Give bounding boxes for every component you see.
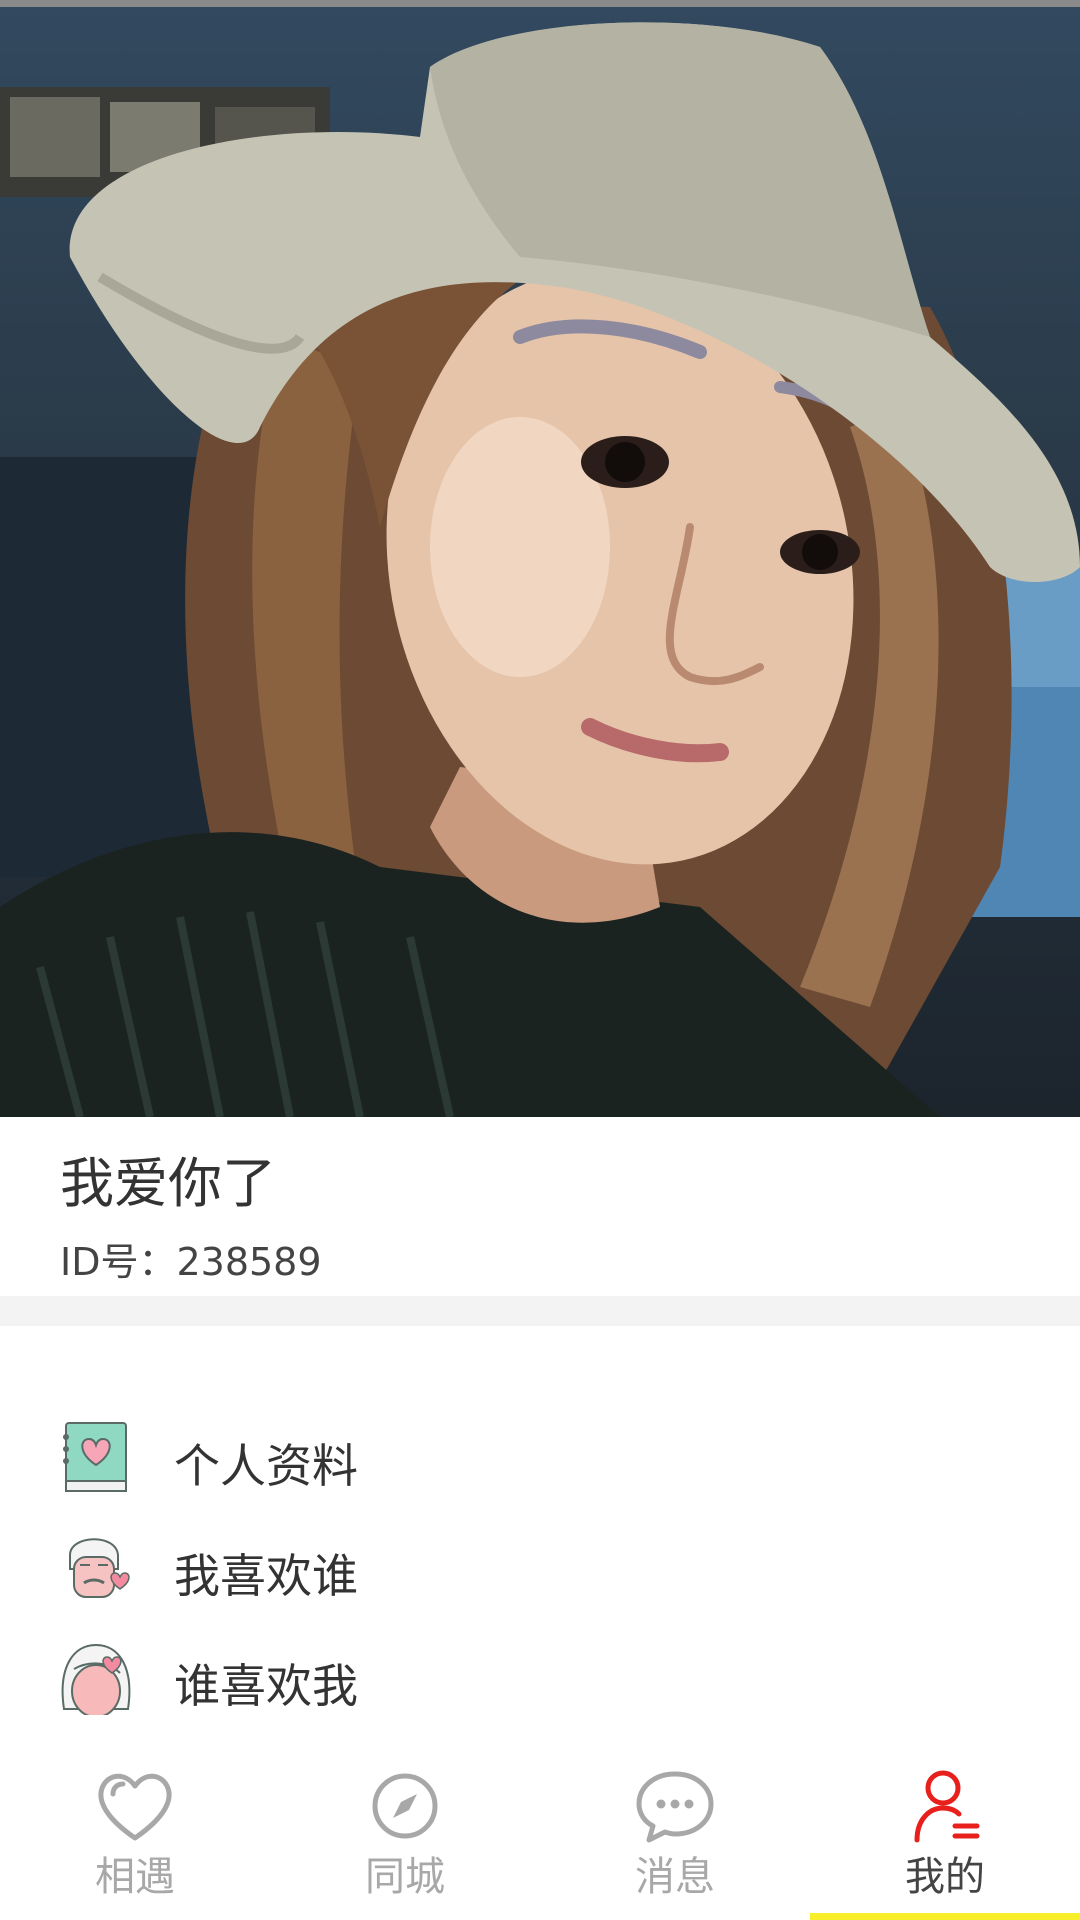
nickname: 我爱你了 [60, 1152, 276, 1215]
bottom-tab-bar: 相遇 同城 消息 我的 [0, 1736, 1080, 1920]
menu-label-i-like: 我喜欢谁 [174, 1549, 358, 1603]
girl-heart-icon [61, 1643, 131, 1715]
menu-item-i-like[interactable]: 我喜欢谁 [0, 1512, 1080, 1622]
menu-item-profile[interactable]: 个人资料 [0, 1402, 1080, 1512]
menu-item-likes-me[interactable]: 谁喜欢我 [0, 1622, 1080, 1732]
tab-mine[interactable]: 我的 [810, 1736, 1080, 1920]
status-strip [0, 0, 1080, 7]
active-tab-indicator [810, 1913, 1080, 1920]
profile-menu: 个人资料 我喜欢谁 谁喜欢我 [0, 1326, 1080, 1736]
user-id: ID号：238589 [60, 1240, 322, 1284]
profile-photo-art [0, 22, 1080, 1117]
user-icon [914, 1770, 980, 1843]
profile-photo[interactable] [0, 7, 1080, 1117]
section-divider [0, 1296, 1080, 1326]
tab-meet[interactable]: 相遇 [0, 1736, 270, 1920]
menu-label-likes-me: 谁喜欢我 [174, 1659, 358, 1713]
chat-bubble-icon [636, 1771, 714, 1843]
heart-icon [98, 1773, 172, 1841]
compass-icon [372, 1773, 438, 1839]
profile-book-icon [63, 1422, 127, 1492]
tab-label-meet: 相遇 [95, 1854, 175, 1900]
menu-label-profile: 个人资料 [174, 1439, 358, 1493]
tab-label-messages: 消息 [635, 1854, 715, 1900]
profile-info: 我爱你了 ID号：238589 [0, 1117, 1080, 1296]
tab-label-mine: 我的 [905, 1854, 985, 1900]
grandpa-heart-icon [69, 1538, 130, 1598]
tab-messages[interactable]: 消息 [540, 1736, 810, 1920]
tab-nearby[interactable]: 同城 [270, 1736, 540, 1920]
tab-label-nearby: 同城 [365, 1854, 445, 1900]
